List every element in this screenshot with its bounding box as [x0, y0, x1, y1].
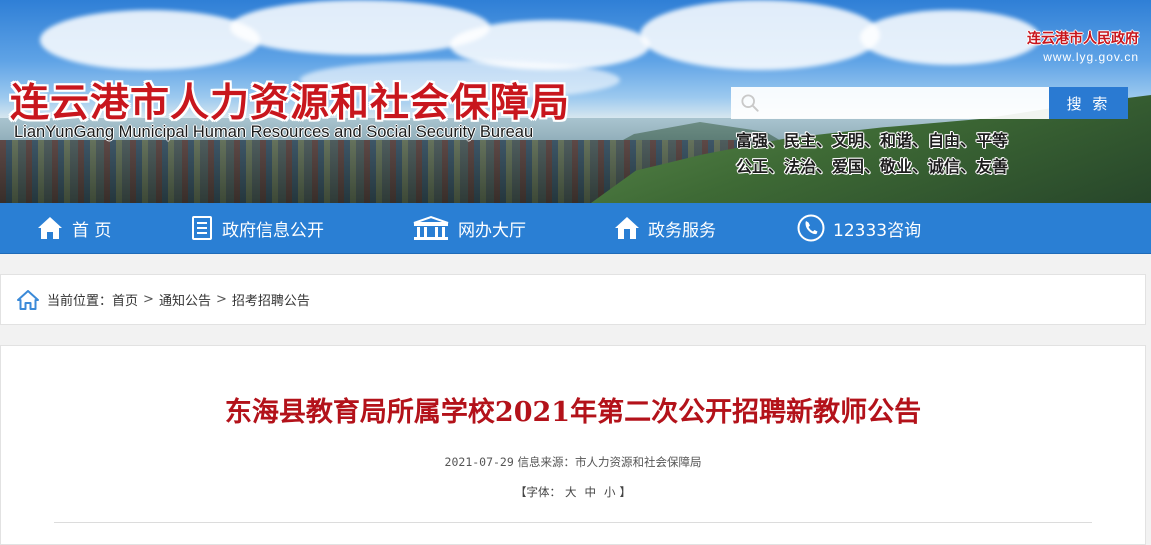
nav-item-online-hall[interactable]: 网办大厅 [412, 203, 526, 253]
nav-item-12333[interactable]: 12333咨询 [797, 203, 921, 253]
breadcrumb-link-recruitment[interactable]: 招考招聘公告 [232, 290, 310, 309]
search-icon [741, 94, 759, 112]
search-bar: 搜 索 [731, 87, 1128, 119]
breadcrumb-separator: > [143, 292, 154, 307]
search-button[interactable]: 搜 索 [1049, 87, 1128, 119]
font-size-switcher: 【字体： 大中小】 [1, 484, 1145, 500]
gov-portal-name: 连云港市人民政府 [1027, 31, 1139, 47]
article-source-label: 信息来源： [517, 455, 575, 469]
house-service-icon [615, 217, 639, 239]
font-size-label-close: 】 [619, 485, 632, 499]
header-banner: 连云港市人力资源和社会保障局 LianYunGang Municipal Hum… [0, 0, 1151, 203]
article-panel: 东海县教育局所属学校2021年第二次公开招聘新教师公告 2021-07-29 信… [0, 345, 1146, 545]
nav-item-label: 网办大厅 [458, 220, 526, 241]
core-values-line-2: 公正、法治、爱国、敬业、诚信、友善 [736, 157, 1009, 176]
home-icon [17, 289, 39, 310]
gov-portal-link[interactable]: 连云港市人民政府 www.lyg.gov.cn [1027, 28, 1139, 64]
article-meta: 2021-07-29 信息来源：市人力资源和社会保障局 [1, 454, 1145, 470]
main-nav: 首 页 政府信息公开 网办大厅 政务服务 12333咨询 [0, 203, 1151, 254]
banner-cloud [640, 0, 880, 70]
breadcrumb-link-notices[interactable]: 通知公告 [159, 290, 211, 309]
building-icon [413, 215, 449, 240]
home-icon [38, 217, 62, 239]
article-title: 东海县教育局所属学校2021年第二次公开招聘新教师公告 [224, 397, 922, 428]
nav-item-home[interactable]: 首 页 [36, 203, 111, 253]
nav-item-label: 12333咨询 [833, 220, 922, 241]
font-size-large-button[interactable]: 大 [565, 485, 577, 499]
site-subtitle: LianYunGang Municipal Human Resources an… [14, 123, 534, 141]
font-size-small-button[interactable]: 小 [604, 485, 616, 499]
font-size-label-open: 【字体： [515, 485, 561, 499]
breadcrumb-prefix: 当前位置： [47, 294, 113, 309]
banner-cloud [860, 10, 1040, 65]
gov-portal-url: www.lyg.gov.cn [1043, 50, 1139, 64]
search-input[interactable] [767, 87, 1043, 119]
nav-item-label: 政务服务 [648, 220, 716, 241]
breadcrumb: 当前位置： 首页 > 通知公告 > 招考招聘公告 [0, 274, 1146, 325]
article-source: 市人力资源和社会保障局 [574, 455, 702, 469]
phone-icon [797, 214, 825, 242]
breadcrumb-separator: > [215, 292, 227, 307]
article-date: 2021-07-29 [444, 455, 514, 469]
banner-cloud [40, 10, 260, 70]
search-box [731, 87, 1049, 119]
document-icon [192, 216, 212, 240]
article-divider [54, 522, 1092, 523]
nav-item-gov-info[interactable]: 政府信息公开 [190, 203, 324, 253]
nav-item-label: 政府信息公开 [222, 220, 324, 241]
core-values-line-1: 富强、民主、文明、和谐、自由、平等 [736, 131, 1009, 150]
nav-item-label: 首 页 [72, 220, 112, 241]
nav-item-gov-services[interactable]: 政务服务 [614, 203, 716, 253]
site-title: 连云港市人力资源和社会保障局 [10, 80, 571, 126]
font-size-medium-button[interactable]: 中 [585, 485, 597, 499]
core-values: 富强、民主、文明、和谐、自由、平等 公正、法治、爱国、敬业、诚信、友善 [736, 128, 1008, 180]
breadcrumb-link-home[interactable]: 首页 [112, 290, 138, 309]
